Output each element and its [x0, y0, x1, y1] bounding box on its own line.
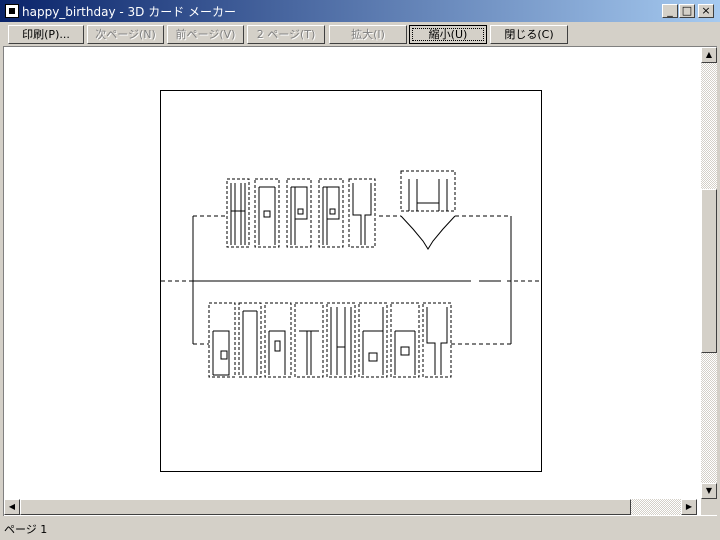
- scroll-down-icon[interactable]: ▼: [701, 483, 717, 499]
- close-button[interactable]: ×: [698, 4, 714, 18]
- app-icon[interactable]: [5, 4, 19, 18]
- zoom-out-button[interactable]: 縮小(U): [409, 25, 487, 44]
- maximize-button[interactable]: □: [679, 4, 695, 18]
- letter-a-bottom: [390, 302, 420, 378]
- scroll-right-icon[interactable]: ▶: [681, 499, 697, 515]
- letter-i-bottom: [238, 302, 262, 378]
- letter-b-bottom: [208, 302, 236, 378]
- print-button[interactable]: 印刷(P)...: [8, 25, 84, 44]
- horizontal-scroll-thumb[interactable]: [20, 499, 631, 515]
- scroll-corner: [701, 499, 717, 515]
- prev-page-button[interactable]: 前ページ(V): [167, 25, 244, 44]
- letter-p-top-2: [318, 178, 344, 248]
- letter-r-bottom: [264, 302, 292, 378]
- vertical-scroll-thumb[interactable]: [701, 189, 717, 353]
- title-bar[interactable]: happy_birthday - 3D カード メーカー _ □ ×: [0, 0, 720, 22]
- preview-area[interactable]: [3, 46, 717, 516]
- letter-y-top: [348, 178, 376, 248]
- letter-y-bottom: [422, 302, 452, 378]
- page-indicator: ページ 1: [4, 523, 48, 536]
- letter-t-bottom: [294, 302, 324, 378]
- letter-p-top-1: [286, 178, 312, 248]
- toolbar: 印刷(P)... 次ページ(N) 前ページ(V) 2 ページ(T) 拡大(I) …: [0, 22, 720, 46]
- zoom-in-button[interactable]: 拡大(I): [329, 25, 407, 44]
- status-bar: ページ 1: [0, 517, 720, 540]
- close-preview-button[interactable]: 閉じる(C): [490, 25, 568, 44]
- two-page-button[interactable]: 2 ページ(T): [247, 25, 325, 44]
- scroll-up-icon[interactable]: ▲: [701, 47, 717, 63]
- letter-h-top: [226, 178, 250, 248]
- heart-icon: [400, 170, 456, 250]
- print-preview-window: happy_birthday - 3D カード メーカー _ □ × 印刷(P)…: [0, 0, 720, 540]
- popup-card-diagram: [161, 170, 541, 378]
- letter-d-bottom: [358, 302, 388, 378]
- next-page-button[interactable]: 次ページ(N): [87, 25, 164, 44]
- scroll-left-icon[interactable]: ◀: [4, 499, 20, 515]
- vertical-scrollbar[interactable]: ▲ ▼: [701, 47, 717, 499]
- letter-a-top: [254, 178, 280, 248]
- card-page: [160, 90, 542, 472]
- minimize-button[interactable]: _: [662, 4, 678, 18]
- horizontal-scrollbar[interactable]: ◀ ▶: [4, 499, 697, 515]
- window-title: happy_birthday - 3D カード メーカー: [22, 5, 237, 19]
- letter-h-bottom: [326, 302, 356, 378]
